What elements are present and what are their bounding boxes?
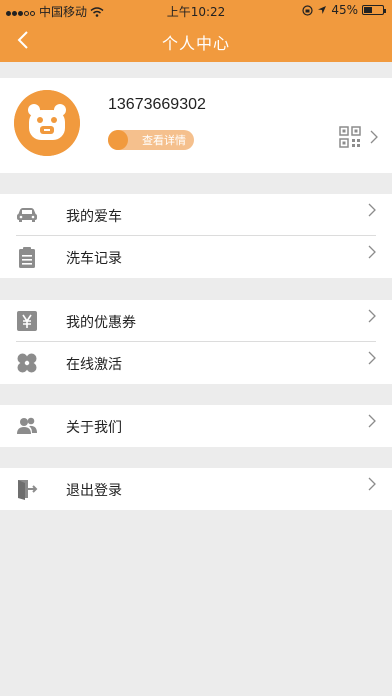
phone-number: 13673669302 <box>108 96 206 113</box>
chevron-right-icon <box>368 477 376 491</box>
bear-avatar-icon[interactable] <box>14 90 80 156</box>
clipboard-icon <box>19 247 35 268</box>
chevron-right-icon <box>368 203 376 217</box>
status-right: 45% <box>302 3 386 17</box>
menu-item-my-car[interactable]: 我的爱车 <box>0 194 392 236</box>
menu-item-online-activation[interactable]: 在线激活 <box>0 342 392 384</box>
menu-item-about-us[interactable]: 关于我们 <box>0 405 392 447</box>
header-bar: 中国移动 上午10:22 45% 个人中心 <box>0 0 392 62</box>
car-icon <box>17 208 37 222</box>
menu-group-about: 关于我们 <box>0 405 392 447</box>
page-title: 个人中心 <box>161 34 230 53</box>
chevron-right-icon <box>368 351 376 365</box>
chevron-right-icon <box>368 309 376 323</box>
menu-label: 在线激活 <box>66 357 122 373</box>
menu-label: 我的优惠券 <box>66 315 136 331</box>
status-bar: 中国移动 上午10:22 45% <box>0 0 392 20</box>
rotation-lock-icon <box>302 4 313 16</box>
menu-label: 退出登录 <box>66 483 122 499</box>
view-details-button[interactable]: 查看详情 <box>108 130 194 150</box>
menu-label: 我的爱车 <box>66 209 122 225</box>
menu-group-coupons: 我的优惠券 在线激活 <box>0 300 392 384</box>
menu-group-car: 我的爱车 洗车记录 <box>0 194 392 278</box>
badge-icon <box>108 130 128 150</box>
chevron-right-icon <box>368 414 376 428</box>
menu-group-logout: 退出登录 <box>0 468 392 510</box>
menu-item-my-coupons[interactable]: 我的优惠券 <box>0 300 392 342</box>
chevron-right-icon[interactable] <box>370 130 378 144</box>
logout-icon <box>18 480 38 500</box>
location-icon <box>318 6 327 14</box>
chevron-right-icon <box>368 245 376 259</box>
menu-item-logout[interactable]: 退出登录 <box>0 468 392 510</box>
menu-item-wash-records[interactable]: 洗车记录 <box>0 236 392 278</box>
menu-label: 关于我们 <box>66 420 122 436</box>
battery-icon <box>362 5 386 15</box>
yen-icon <box>17 311 37 331</box>
menu-label: 洗车记录 <box>66 251 122 267</box>
view-details-label: 查看详情 <box>142 134 186 147</box>
battery-fill <box>364 7 373 13</box>
users-icon <box>17 417 37 434</box>
clover-icon <box>17 353 37 373</box>
profile-card: 13673669302 查看详情 <box>0 78 392 173</box>
battery-percent: 45% <box>331 3 358 17</box>
qr-code-icon[interactable] <box>339 126 361 148</box>
